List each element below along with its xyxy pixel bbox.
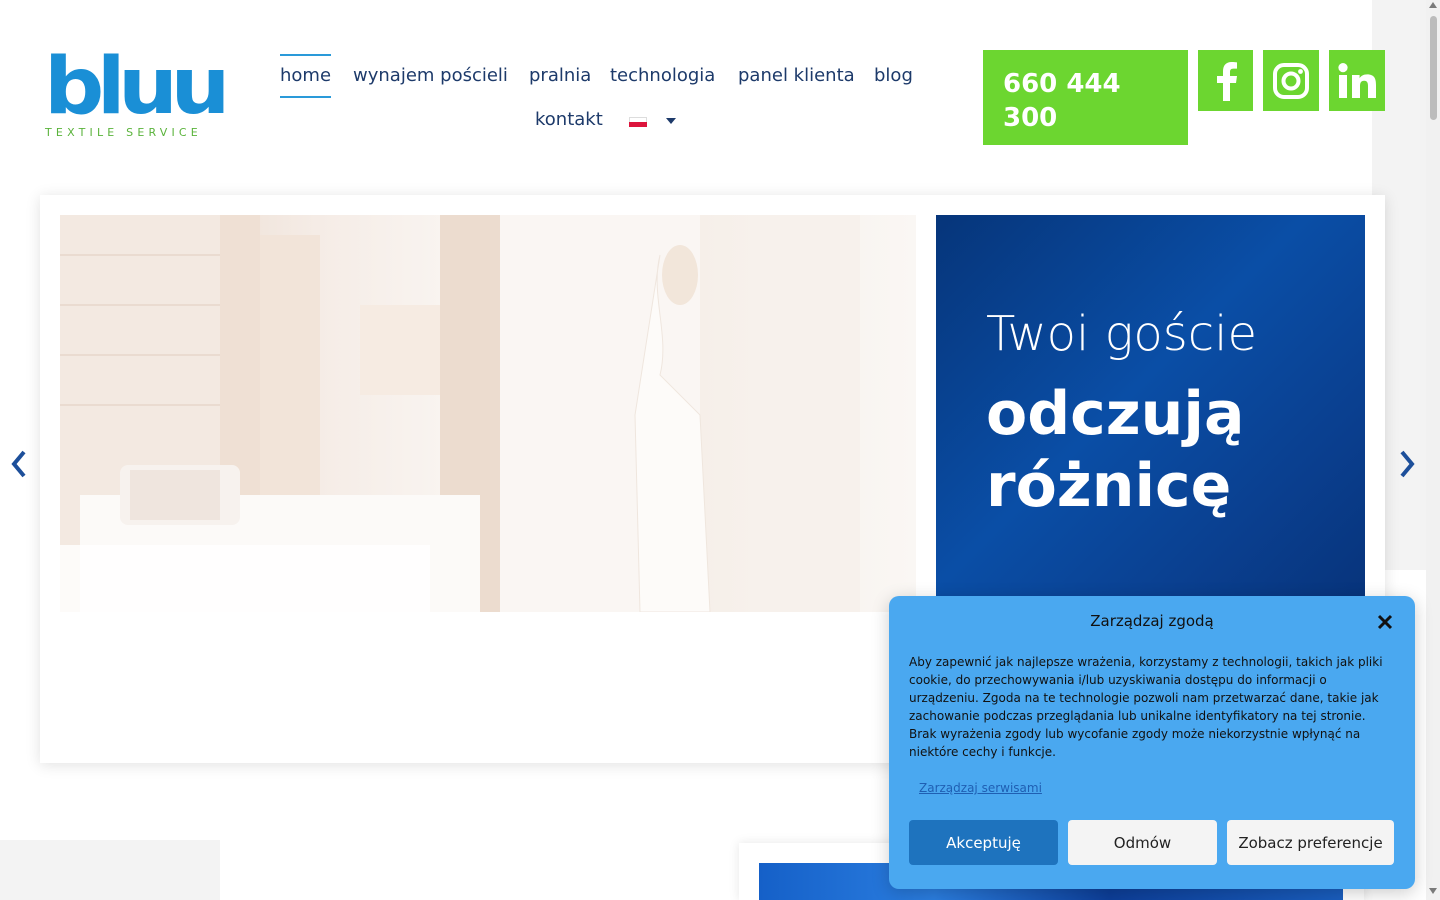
instagram-button[interactable] [1263,50,1319,111]
consent-title: Zarządzaj zgodą [1090,612,1214,630]
slider-prev-button[interactable] [8,444,30,484]
scroll-down-arrow-icon[interactable] [1429,888,1437,894]
caret-down-icon[interactable] [666,118,676,124]
nav-kontakt[interactable]: kontakt [535,109,603,130]
logo-word: bluu [44,42,230,132]
accept-button[interactable]: Akceptuję [909,820,1058,865]
slider-next-button[interactable] [1396,444,1418,484]
logo[interactable]: bluu TEXTILE SERVICE [44,48,230,144]
nav-pralnia[interactable]: pralnia [529,65,591,86]
hero-title-line-2: odczują różnicę [986,379,1245,521]
lower-gray-block [0,840,220,900]
phone-line-1: 660 444 [1003,69,1121,99]
linkedin-icon [1338,62,1376,98]
pl-flag-icon[interactable] [629,117,647,127]
facebook-button[interactable] [1198,50,1253,111]
facebook-icon [1216,61,1237,101]
bedroom-illustration [60,215,860,612]
close-icon [1377,614,1393,630]
nav-panel-klienta[interactable]: panel klienta [738,65,855,86]
scrollbar-thumb[interactable] [1430,16,1437,120]
scroll-up-arrow-icon[interactable] [1429,2,1437,8]
chevron-right-icon [1400,450,1415,478]
cookie-consent-dialog: Zarządzaj zgodą Aby zapewnić jak najleps… [889,596,1415,889]
instagram-icon [1273,62,1309,99]
hero-bedroom-image [60,215,916,612]
logo-tagline: TEXTILE SERVICE [45,126,202,139]
hero-title-line-1: Twoi goście [986,306,1258,362]
deny-button[interactable]: Odmów [1068,820,1217,865]
linkedin-button[interactable] [1329,50,1385,111]
nav-blog[interactable]: blog [874,65,913,86]
page-scrollbar[interactable] [1426,0,1440,900]
manage-services-link[interactable]: Zarządzaj serwisami [919,781,1042,795]
phone-line-2: 300 [1003,103,1058,133]
phone-button[interactable]: 660 444 300 [983,50,1188,145]
chevron-left-icon [11,450,26,478]
consent-close-button[interactable] [1375,612,1395,632]
view-preferences-button[interactable]: Zobacz preferencje [1227,820,1394,865]
nav-wynajem-poscieli[interactable]: wynajem pościeli [353,65,508,86]
nav-home[interactable]: home [280,54,332,98]
nav-technologia[interactable]: technologia [610,65,715,86]
consent-text: Aby zapewnić jak najlepsze wrażenia, kor… [909,655,1383,759]
